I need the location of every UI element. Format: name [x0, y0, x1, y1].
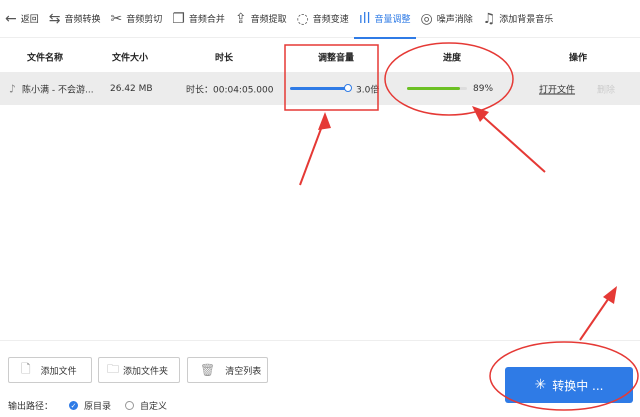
tab-audio-cut[interactable]: ✂ 音频剪切 [106, 0, 168, 38]
music-file-icon: ♪ [9, 82, 17, 95]
open-file-link[interactable]: 打开文件 [539, 82, 575, 95]
file-size: 26.42 MB [110, 83, 153, 94]
table-header: 文件名称 文件大小 时长 调整音量 进度 操作 [0, 44, 640, 70]
annotation-arrow [299, 117, 326, 186]
output-path-label: 输出路径： [8, 402, 54, 412]
progress-fill [407, 87, 461, 90]
add-file-button[interactable]: 🗋 添加文件 [8, 357, 92, 383]
volume-bars-icon: ıll [358, 10, 371, 27]
tab-audio-merge[interactable]: ❐ 音频合并 [167, 0, 230, 38]
file-duration: 时长：00:04:05.000 [186, 85, 274, 95]
header-duration: 时长 [215, 53, 234, 64]
add-folder-icon: 🗀 [107, 361, 120, 376]
output-path: 输出路径： ✓ 原目录 自定义 [8, 399, 167, 412]
header-name: 文件名称 [27, 53, 64, 64]
tab-audio-extract[interactable]: ⇪ 音频提取 [230, 0, 292, 38]
radio-custom-dir[interactable] [125, 401, 135, 410]
tab-noise-removal[interactable]: ◎ 噪声消除 [416, 0, 478, 38]
header-volume: 调整音量 [318, 53, 355, 64]
trash-icon: 🗑 [200, 363, 216, 377]
toolbar: ← 返回 ⇆ 音频转换 ✂ 音频剪切 ❐ 音频合并 ⇪ 音频提取 ◌ 音频变速 ıll 音量调… [0, 0, 640, 39]
add-file-icon: 🗋 [21, 361, 31, 376]
divider [0, 340, 640, 341]
progress-value: 89% [473, 83, 494, 94]
table-row: ♪ 陈小满 - 不会游... 26.42 MB 时长：00:04:05.000 … [0, 72, 640, 105]
merge-icon: ❐ [172, 10, 185, 27]
add-folder-button[interactable]: 🗀 添加文件夹 [98, 357, 180, 383]
upload-icon: ⇪ [234, 10, 247, 27]
speed-icon: ◌ [296, 10, 309, 27]
radio-original-dir[interactable]: ✓ [69, 401, 79, 410]
header-progress: 进度 [443, 53, 462, 64]
tab-audio-speed[interactable]: ◌ 音频变速 [292, 0, 354, 38]
volume-slider-handle[interactable] [344, 84, 352, 92]
convert-button[interactable]: ✳ 转换中 ... [505, 367, 633, 403]
file-name: 陈小满 - 不会游... [22, 85, 94, 95]
volume-value: 3.0倍 [356, 85, 380, 95]
annotation-arrow [579, 291, 614, 341]
music-note-icon: ♫ [482, 10, 496, 27]
tab-audio-convert[interactable]: ⇆ 音频转换 [44, 0, 106, 38]
scissors-icon: ✂ [110, 10, 123, 27]
back-arrow-icon: ← [5, 10, 17, 27]
delete-link[interactable]: 删除 [597, 82, 615, 95]
back-button[interactable]: ← 返回 [0, 0, 44, 38]
annotation-arrow [477, 111, 546, 173]
spinner-icon: ✳ [534, 377, 547, 393]
header-actions: 操作 [569, 53, 588, 64]
noise-icon: ◎ [420, 10, 433, 27]
clear-list-button[interactable]: 🗑 清空列表 [187, 357, 268, 383]
tab-volume-adjust[interactable]: ıll 音量调整 [353, 0, 416, 39]
volume-slider[interactable] [290, 87, 348, 90]
convert-icon: ⇆ [48, 10, 61, 27]
tab-add-bgm[interactable]: ♫ 添加背景音乐 [478, 0, 559, 38]
header-size: 文件大小 [112, 53, 149, 64]
